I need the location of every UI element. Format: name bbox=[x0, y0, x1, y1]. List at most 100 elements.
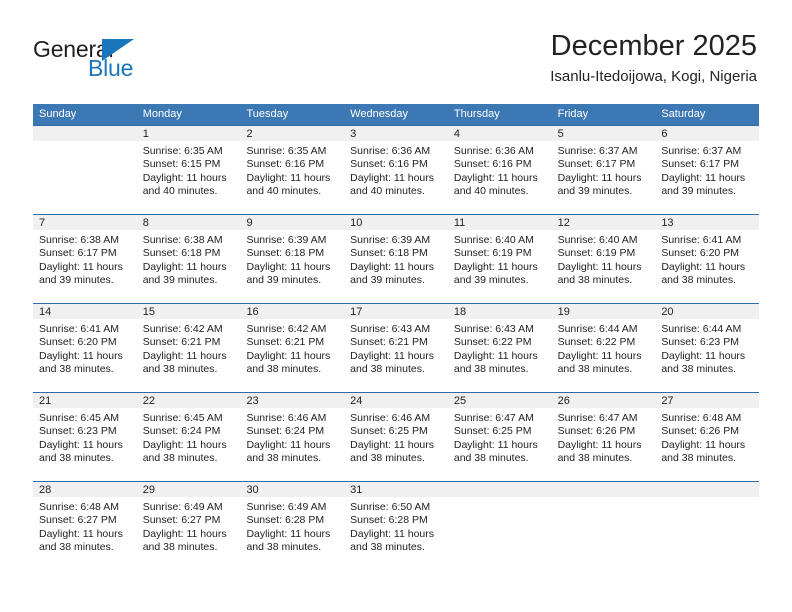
day-number: 18 bbox=[447, 304, 552, 319]
calendar-day-cell[interactable]: 12 Sunrise: 6:40 AM Sunset: 6:19 PM Dayligh… bbox=[551, 215, 656, 303]
day-details: Sunrise: 6:41 AM Sunset: 6:20 PM Daylight:… bbox=[33, 319, 137, 392]
day-number: 29 bbox=[136, 482, 241, 497]
calendar-day-cell-empty bbox=[655, 482, 760, 570]
daylight-duration-line1: Daylight: 11 hours bbox=[246, 527, 331, 540]
sunset-time: Sunset: 6:24 PM bbox=[246, 425, 325, 438]
sunrise-time: Sunrise: 6:49 AM bbox=[246, 501, 327, 513]
day-details: Sunrise: 6:43 AM Sunset: 6:21 PM Daylight:… bbox=[344, 319, 448, 392]
calendar-day-cell[interactable]: 3 Sunrise: 6:36 AM Sunset: 6:16 PM Daylight… bbox=[344, 126, 448, 214]
daylight-duration-line1: Daylight: 11 hours bbox=[350, 349, 435, 362]
day-details: Sunrise: 6:42 AM Sunset: 6:21 PM Daylight:… bbox=[137, 319, 241, 392]
calendar-week-row: 28 Sunrise: 6:48 AM Sunset: 6:27 PM Dayligh… bbox=[33, 481, 760, 570]
calendar-day-cell[interactable]: 14 Sunrise: 6:41 AM Sunset: 6:20 PM Dayligh… bbox=[33, 304, 137, 392]
daylight-duration-line1: Daylight: 11 hours bbox=[39, 527, 123, 540]
calendar-day-cell[interactable]: 1 Sunrise: 6:35 AM Sunset: 6:15 PM Daylight… bbox=[136, 126, 241, 214]
daylight-duration-line2: and 38 minutes. bbox=[350, 452, 425, 465]
calendar-day-cell[interactable]: 7 Sunrise: 6:38 AM Sunset: 6:17 PM Daylight… bbox=[33, 215, 137, 303]
calendar-day-cell[interactable]: 6 Sunrise: 6:37 AM Sunset: 6:17 PM Daylight… bbox=[655, 126, 760, 214]
day-details: Sunrise: 6:47 AM Sunset: 6:26 PM Daylight:… bbox=[552, 408, 656, 481]
calendar-day-cell[interactable]: 20 Sunrise: 6:44 AM Sunset: 6:23 PM Dayligh… bbox=[655, 304, 760, 392]
daylight-duration-line1: Daylight: 11 hours bbox=[661, 171, 746, 184]
calendar-day-cell[interactable]: 18 Sunrise: 6:43 AM Sunset: 6:22 PM Dayligh… bbox=[447, 304, 552, 392]
calendar-day-cell[interactable]: 26 Sunrise: 6:47 AM Sunset: 6:26 PM Dayligh… bbox=[551, 393, 656, 481]
calendar-day-cell[interactable]: 11 Sunrise: 6:40 AM Sunset: 6:19 PM Dayligh… bbox=[447, 215, 552, 303]
calendar-day-cell[interactable]: 21 Sunrise: 6:45 AM Sunset: 6:23 PM Dayligh… bbox=[33, 393, 137, 481]
sunrise-time: Sunrise: 6:35 AM bbox=[142, 145, 223, 157]
sunrise-time: Sunrise: 6:36 AM bbox=[453, 145, 534, 157]
calendar-day-cell[interactable]: 17 Sunrise: 6:43 AM Sunset: 6:21 PM Dayligh… bbox=[344, 304, 448, 392]
day-details: Sunrise: 6:48 AM Sunset: 6:26 PM Daylight:… bbox=[655, 408, 759, 481]
day-details: Sunrise: 6:35 AM Sunset: 6:16 PM Daylight:… bbox=[240, 141, 344, 214]
sunset-time: Sunset: 6:21 PM bbox=[246, 336, 325, 349]
sunset-time: Sunset: 6:22 PM bbox=[453, 336, 532, 349]
calendar-day-cell[interactable]: 15 Sunrise: 6:42 AM Sunset: 6:21 PM Dayligh… bbox=[136, 304, 241, 392]
daylight-duration-line1: Daylight: 11 hours bbox=[246, 349, 331, 362]
sunrise-time: Sunrise: 6:42 AM bbox=[246, 323, 327, 335]
sunrise-time: Sunrise: 6:36 AM bbox=[350, 145, 431, 157]
daylight-duration-line1: Daylight: 11 hours bbox=[453, 171, 538, 184]
daylight-duration-line1: Daylight: 11 hours bbox=[661, 438, 746, 451]
calendar-day-cell[interactable]: 28 Sunrise: 6:48 AM Sunset: 6:27 PM Dayligh… bbox=[33, 482, 137, 570]
daylight-duration-line2: and 38 minutes. bbox=[661, 452, 737, 465]
logo-text-blue: Blue bbox=[88, 55, 134, 81]
calendar-day-cell[interactable]: 19 Sunrise: 6:44 AM Sunset: 6:22 PM Dayligh… bbox=[551, 304, 656, 392]
daylight-duration-line2: and 40 minutes. bbox=[453, 185, 529, 198]
sunrise-time: Sunrise: 6:39 AM bbox=[350, 234, 431, 246]
daylight-duration-line1: Daylight: 11 hours bbox=[557, 260, 642, 273]
calendar-day-cell[interactable]: 24 Sunrise: 6:46 AM Sunset: 6:25 PM Dayligh… bbox=[344, 393, 448, 481]
daylight-duration-line1: Daylight: 11 hours bbox=[453, 349, 538, 362]
sunrise-time: Sunrise: 6:49 AM bbox=[142, 501, 223, 513]
daylight-duration-line2: and 39 minutes. bbox=[453, 274, 529, 287]
calendar-day-cell[interactable]: 9 Sunrise: 6:39 AM Sunset: 6:18 PM Daylight… bbox=[240, 215, 345, 303]
daylight-duration-line2: and 38 minutes. bbox=[246, 363, 322, 376]
day-details: Sunrise: 6:40 AM Sunset: 6:19 PM Daylight:… bbox=[448, 230, 552, 303]
calendar-day-cell[interactable]: 29 Sunrise: 6:49 AM Sunset: 6:27 PM Dayligh… bbox=[136, 482, 241, 570]
daylight-duration-line1: Daylight: 11 hours bbox=[142, 527, 227, 540]
sunset-time: Sunset: 6:22 PM bbox=[557, 336, 636, 349]
day-number: 13 bbox=[655, 215, 760, 230]
calendar-day-cell-empty bbox=[447, 482, 552, 570]
general-blue-logo[interactable]: General Blue bbox=[33, 36, 143, 82]
weekday-header-wednesday: Wednesday bbox=[350, 108, 409, 120]
day-number: 6 bbox=[655, 126, 760, 141]
page-title: December 2025 bbox=[550, 30, 757, 62]
calendar-day-cell[interactable]: 13 Sunrise: 6:41 AM Sunset: 6:20 PM Dayligh… bbox=[655, 215, 760, 303]
daylight-duration-line1: Daylight: 11 hours bbox=[350, 260, 435, 273]
sunrise-time: Sunrise: 6:45 AM bbox=[142, 412, 223, 424]
calendar-day-cell[interactable]: 10 Sunrise: 6:39 AM Sunset: 6:18 PM Dayligh… bbox=[344, 215, 448, 303]
day-number: 25 bbox=[447, 393, 552, 408]
day-details: Sunrise: 6:38 AM Sunset: 6:18 PM Daylight:… bbox=[137, 230, 241, 303]
calendar-day-cell[interactable]: 31 Sunrise: 6:50 AM Sunset: 6:28 PM Dayligh… bbox=[344, 482, 448, 570]
day-details: Sunrise: 6:45 AM Sunset: 6:24 PM Daylight:… bbox=[137, 408, 241, 481]
day-number: 24 bbox=[344, 393, 448, 408]
calendar-day-cell[interactable]: 4 Sunrise: 6:36 AM Sunset: 6:16 PM Daylight… bbox=[447, 126, 552, 214]
calendar-day-cell[interactable]: 25 Sunrise: 6:47 AM Sunset: 6:25 PM Dayligh… bbox=[447, 393, 552, 481]
day-number: 7 bbox=[33, 215, 137, 230]
sunrise-time: Sunrise: 6:40 AM bbox=[557, 234, 638, 246]
daylight-duration-line2: and 38 minutes. bbox=[142, 541, 218, 554]
day-number bbox=[551, 482, 656, 497]
calendar-day-cell[interactable]: 27 Sunrise: 6:48 AM Sunset: 6:26 PM Dayligh… bbox=[655, 393, 760, 481]
calendar-day-cell[interactable]: 8 Sunrise: 6:38 AM Sunset: 6:18 PM Daylight… bbox=[136, 215, 241, 303]
sunset-time: Sunset: 6:21 PM bbox=[350, 336, 428, 349]
calendar-day-cell[interactable]: 2 Sunrise: 6:35 AM Sunset: 6:16 PM Daylight… bbox=[240, 126, 345, 214]
day-number: 5 bbox=[551, 126, 656, 141]
sunrise-time: Sunrise: 6:43 AM bbox=[350, 323, 431, 335]
day-details: Sunrise: 6:50 AM Sunset: 6:28 PM Daylight:… bbox=[344, 497, 448, 570]
sunset-time: Sunset: 6:18 PM bbox=[350, 247, 428, 260]
day-details: Sunrise: 6:37 AM Sunset: 6:17 PM Daylight:… bbox=[655, 141, 759, 214]
daylight-duration-line2: and 38 minutes. bbox=[453, 452, 529, 465]
sunset-time: Sunset: 6:16 PM bbox=[453, 158, 532, 171]
calendar-day-cell[interactable]: 5 Sunrise: 6:37 AM Sunset: 6:17 PM Daylight… bbox=[551, 126, 656, 214]
calendar-day-cell[interactable]: 23 Sunrise: 6:46 AM Sunset: 6:24 PM Dayligh… bbox=[240, 393, 345, 481]
daylight-duration-line1: Daylight: 11 hours bbox=[557, 349, 642, 362]
daylight-duration-line1: Daylight: 11 hours bbox=[246, 171, 331, 184]
calendar-day-cell[interactable]: 16 Sunrise: 6:42 AM Sunset: 6:21 PM Dayligh… bbox=[240, 304, 345, 392]
calendar-day-cell[interactable]: 22 Sunrise: 6:45 AM Sunset: 6:24 PM Dayligh… bbox=[136, 393, 241, 481]
day-number: 9 bbox=[240, 215, 345, 230]
sunset-time: Sunset: 6:17 PM bbox=[39, 247, 117, 260]
calendar-day-cell[interactable]: 30 Sunrise: 6:49 AM Sunset: 6:28 PM Dayligh… bbox=[240, 482, 345, 570]
daylight-duration-line2: and 38 minutes. bbox=[661, 274, 737, 287]
daylight-duration-line1: Daylight: 11 hours bbox=[350, 438, 435, 451]
sunset-time: Sunset: 6:21 PM bbox=[142, 336, 221, 349]
